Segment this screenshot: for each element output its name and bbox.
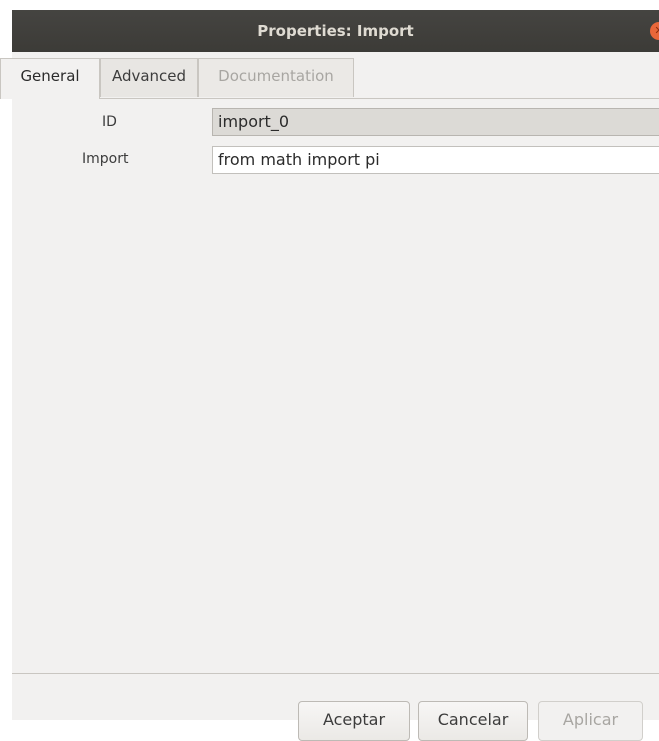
tab-general[interactable]: General [0, 58, 100, 99]
tab-advanced[interactable]: Advanced [100, 58, 198, 97]
accept-button[interactable]: Aceptar [298, 701, 410, 741]
import-field[interactable]: from math import pi [212, 146, 659, 174]
properties-dialog: Properties: Import ✕ General Advanced Do… [0, 10, 659, 720]
window-title: Properties: Import [257, 22, 414, 40]
close-button[interactable]: ✕ [650, 22, 659, 40]
import-label: Import [82, 151, 129, 167]
tab-documentation: Documentation [198, 58, 354, 97]
cancel-button[interactable]: Cancelar [418, 701, 528, 741]
tab-bar: General Advanced Documentation [0, 58, 659, 99]
button-separator [12, 673, 659, 674]
title-bar[interactable]: Properties: Import ✕ [12, 10, 659, 52]
id-field[interactable]: import_0 [212, 108, 659, 136]
apply-button: Aplicar [538, 701, 643, 741]
id-label: ID [102, 114, 117, 130]
close-icon: ✕ [650, 22, 659, 40]
